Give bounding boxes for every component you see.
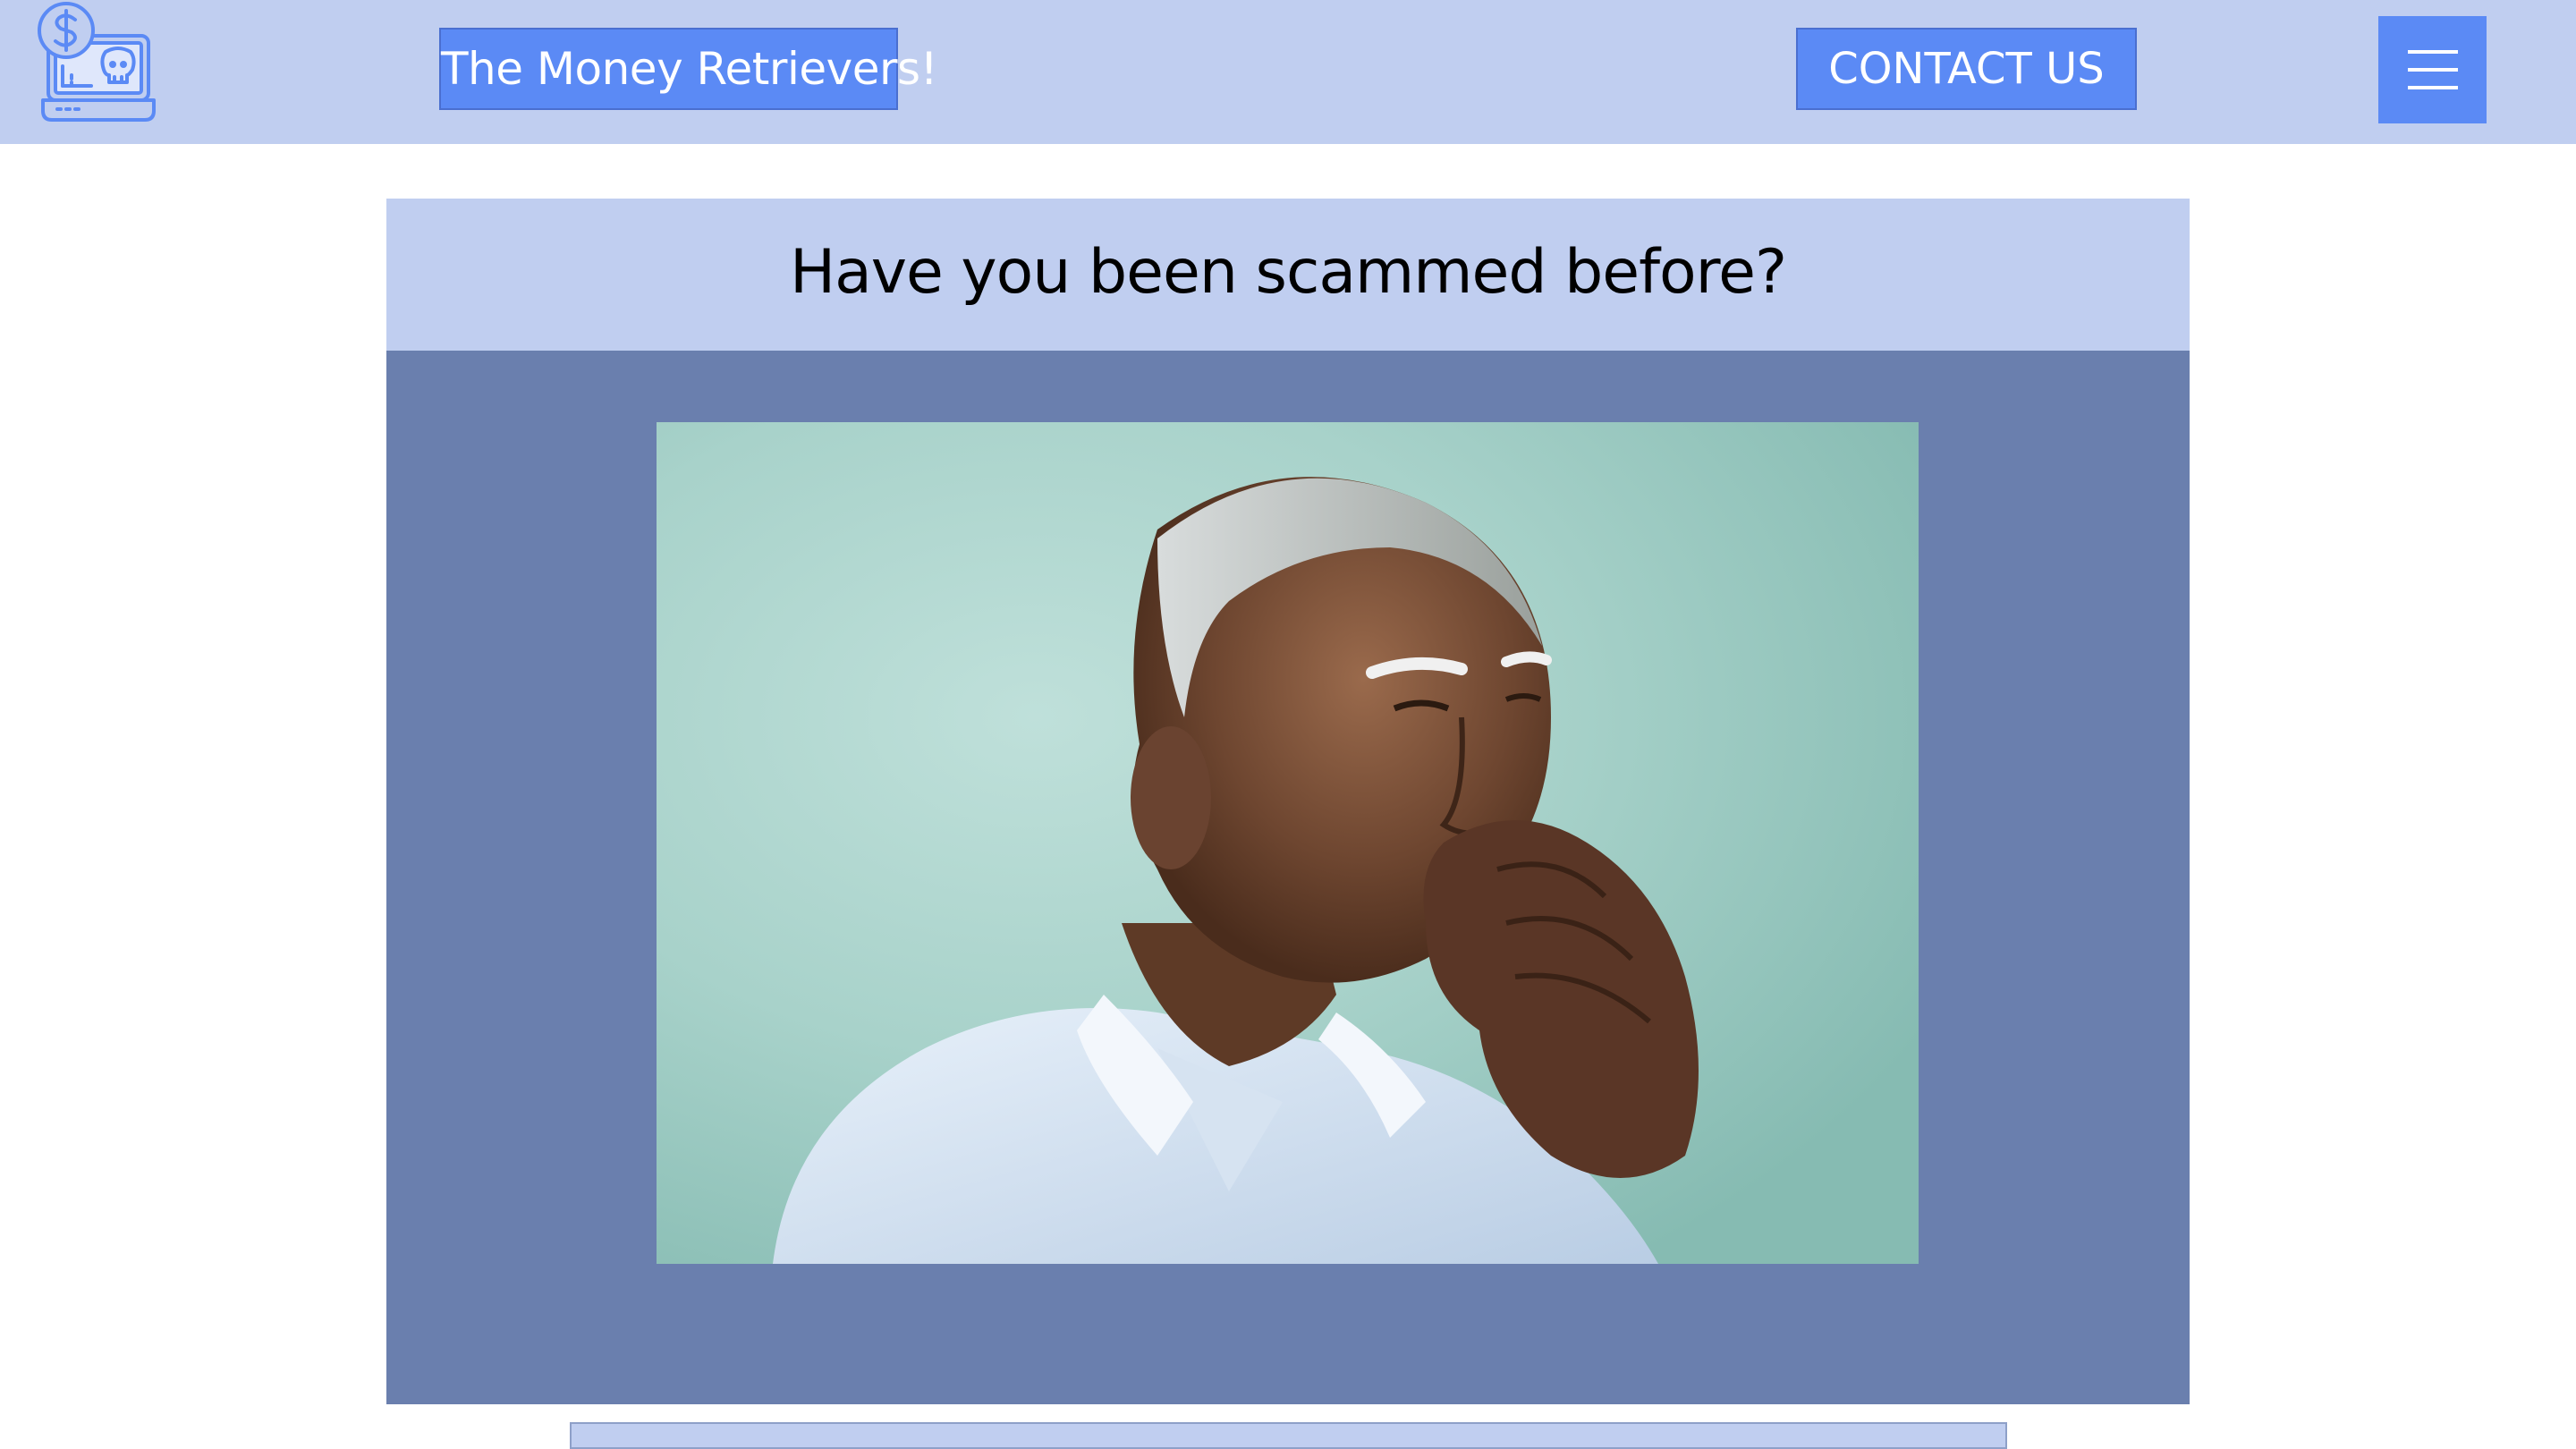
money-scam-laptop-icon[interactable] [36, 0, 161, 125]
brand-home-button[interactable]: The Money Retrievers! [439, 28, 938, 110]
top-navigation-bar: The Money Retrievers! CONTACT US [0, 0, 2576, 144]
menu-bar-line [2408, 50, 2458, 54]
menu-bar-line [2408, 68, 2458, 72]
scam-info-card: Have you been scammed before? [386, 199, 2190, 1449]
card-body [386, 351, 2190, 1404]
card-header: Have you been scammed before? [386, 199, 2190, 351]
contact-us-button[interactable]: CONTACT US [1796, 28, 2137, 110]
menu-bar-line [2408, 86, 2458, 89]
page-title: Have you been scammed before? [789, 237, 1787, 308]
content-panel [570, 1422, 2007, 1449]
elderly-man-thinking-photo [657, 422, 1919, 1264]
hamburger-menu-icon[interactable] [2378, 16, 2487, 123]
